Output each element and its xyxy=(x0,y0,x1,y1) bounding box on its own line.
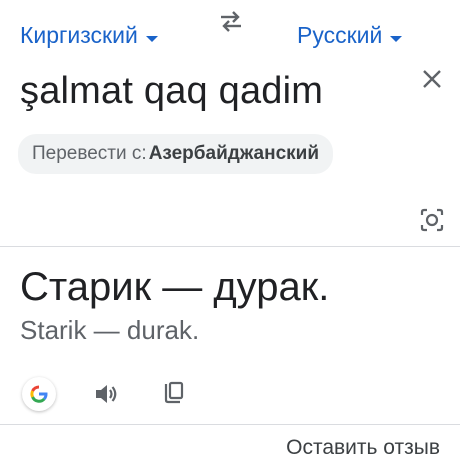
swap-languages-button[interactable] xyxy=(217,8,245,34)
detected-language-name: Азербайджанский xyxy=(148,143,320,164)
source-language-button[interactable]: Киргизский xyxy=(20,22,158,49)
chevron-down-icon xyxy=(145,35,158,42)
source-language-label: Киргизский xyxy=(20,22,138,48)
footer-divider xyxy=(0,424,460,425)
copy-button[interactable] xyxy=(159,379,187,409)
google-logo-button[interactable] xyxy=(22,377,56,411)
transliteration-text: Starik — durak. xyxy=(20,315,200,345)
chevron-down-icon xyxy=(390,35,403,42)
speaker-icon xyxy=(96,385,117,403)
translation-result: Старик — дурак. xyxy=(20,265,330,309)
source-text-input[interactable]: şalmat qaq qadim xyxy=(20,70,323,113)
listen-button[interactable] xyxy=(92,380,120,408)
swap-arrows-icon xyxy=(221,11,241,32)
close-icon xyxy=(423,70,441,88)
section-divider xyxy=(0,246,460,247)
target-language-button[interactable]: Русский xyxy=(297,22,403,49)
clear-text-button[interactable] xyxy=(420,68,444,92)
detected-language-prefix: Перевести с: xyxy=(32,143,147,164)
copy-icon xyxy=(164,381,184,404)
camera-search-button[interactable] xyxy=(418,207,446,235)
camera-search-icon xyxy=(420,208,444,232)
target-language-label: Русский xyxy=(297,22,383,48)
send-feedback-link[interactable]: Оставить отзыв xyxy=(286,436,440,460)
detected-language-chip[interactable]: Перевести с: Азербайджанский xyxy=(18,134,334,174)
google-logo-icon xyxy=(30,385,48,403)
